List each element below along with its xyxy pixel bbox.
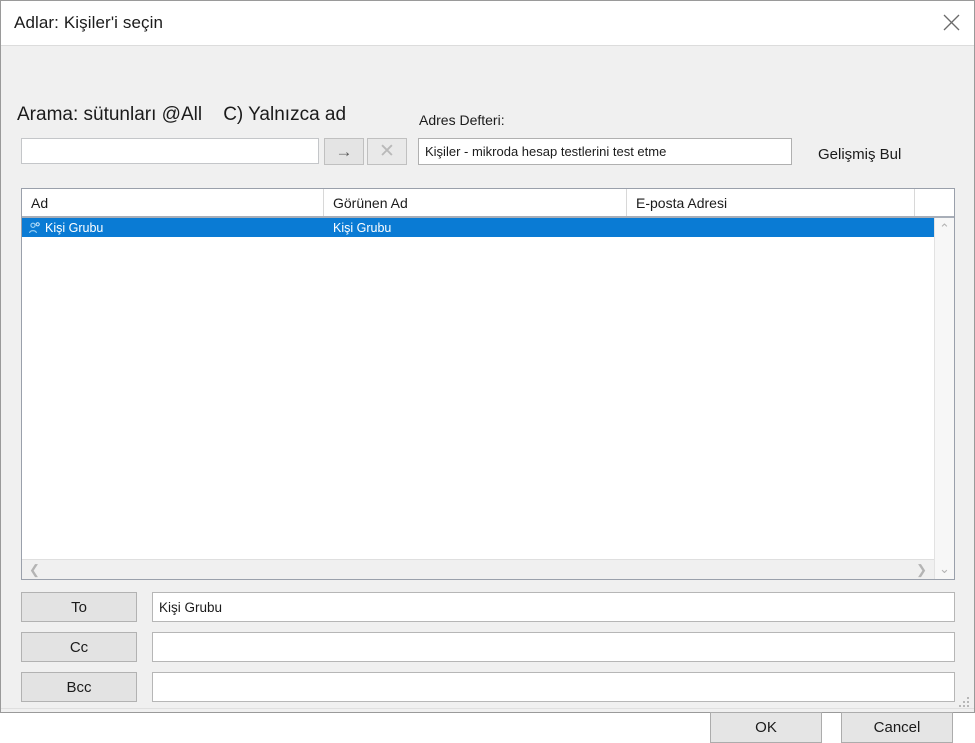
recipient-row-cc: Cc bbox=[21, 632, 955, 662]
list-header-row: Ad Görünen Ad E-posta Adresi bbox=[22, 189, 954, 218]
select-names-dialog: Adlar: Kişiler'i seçin Arama: sütunları … bbox=[0, 0, 975, 743]
cancel-button[interactable]: Cancel bbox=[841, 712, 953, 743]
column-header-name[interactable]: Ad bbox=[22, 189, 324, 216]
search-options-label: Arama: sütunları @All C) Yalnızca ad bbox=[17, 104, 347, 125]
chevron-left-icon[interactable]: ❮ bbox=[29, 563, 40, 576]
address-book-select[interactable]: Kişiler - mikroda hesap testlerini test … bbox=[418, 138, 792, 165]
table-row[interactable]: Kişi Grubu Kişi Grubu bbox=[22, 218, 934, 237]
chevron-up-icon[interactable]: ⌃ bbox=[939, 222, 950, 235]
row-cell-display-name: Kişi Grubu bbox=[333, 220, 392, 235]
chevron-down-icon[interactable]: ⌄ bbox=[939, 562, 950, 575]
recipient-row-bcc: Bcc bbox=[21, 672, 955, 702]
list-inner: Kişi Grubu Kişi Grubu ❮ ❯ ⌃ ⌄ bbox=[22, 218, 954, 579]
address-book-selected-value: Kişiler - mikroda hesap testlerini test … bbox=[425, 144, 667, 159]
title-bar: Adlar: Kişiler'i seçin bbox=[1, 1, 974, 45]
address-book-label: Adres Defteri: bbox=[419, 112, 505, 128]
advanced-find-link[interactable]: Gelişmiş Bul bbox=[818, 146, 901, 163]
footer-divider bbox=[1, 708, 974, 709]
list-rows-area: Kişi Grubu Kişi Grubu ❮ ❯ bbox=[22, 218, 934, 579]
search-clear-button[interactable]: ✕ bbox=[367, 138, 407, 165]
to-field[interactable] bbox=[152, 592, 955, 622]
column-header-extra[interactable] bbox=[915, 189, 954, 216]
to-button[interactable]: To bbox=[21, 592, 137, 622]
bcc-button[interactable]: Bcc bbox=[21, 672, 137, 702]
contacts-list: Ad Görünen Ad E-posta Adresi Kişi Grubu … bbox=[21, 188, 955, 580]
recipient-row-to: To bbox=[21, 592, 955, 622]
column-header-email[interactable]: E-posta Adresi bbox=[627, 189, 915, 216]
contact-group-icon bbox=[28, 221, 42, 235]
search-go-button[interactable]: → bbox=[324, 138, 364, 165]
close-icon[interactable] bbox=[928, 1, 974, 44]
dialog-title: Adlar: Kişiler'i seçin bbox=[14, 13, 164, 32]
bcc-field[interactable] bbox=[152, 672, 955, 702]
search-input[interactable] bbox=[21, 138, 319, 164]
horizontal-scrollbar[interactable]: ❮ ❯ bbox=[22, 559, 934, 579]
vertical-scrollbar[interactable]: ⌃ ⌄ bbox=[934, 218, 954, 579]
cc-field[interactable] bbox=[152, 632, 955, 662]
dialog-body: Arama: sütunları @All C) Yalnızca ad → ✕… bbox=[1, 45, 974, 743]
resize-grip[interactable] bbox=[958, 696, 970, 708]
cc-button[interactable]: Cc bbox=[21, 632, 137, 662]
ok-button[interactable]: OK bbox=[710, 712, 822, 743]
row-name-text: Kişi Grubu bbox=[45, 220, 104, 235]
column-header-display-name[interactable]: Görünen Ad bbox=[324, 189, 627, 216]
close-x-icon: ✕ bbox=[379, 141, 395, 162]
arrow-right-icon: → bbox=[335, 142, 353, 161]
row-cell-name: Kişi Grubu bbox=[22, 221, 324, 235]
list-rows-body: Kişi Grubu Kişi Grubu bbox=[22, 218, 934, 559]
chevron-right-icon[interactable]: ❯ bbox=[916, 563, 927, 576]
